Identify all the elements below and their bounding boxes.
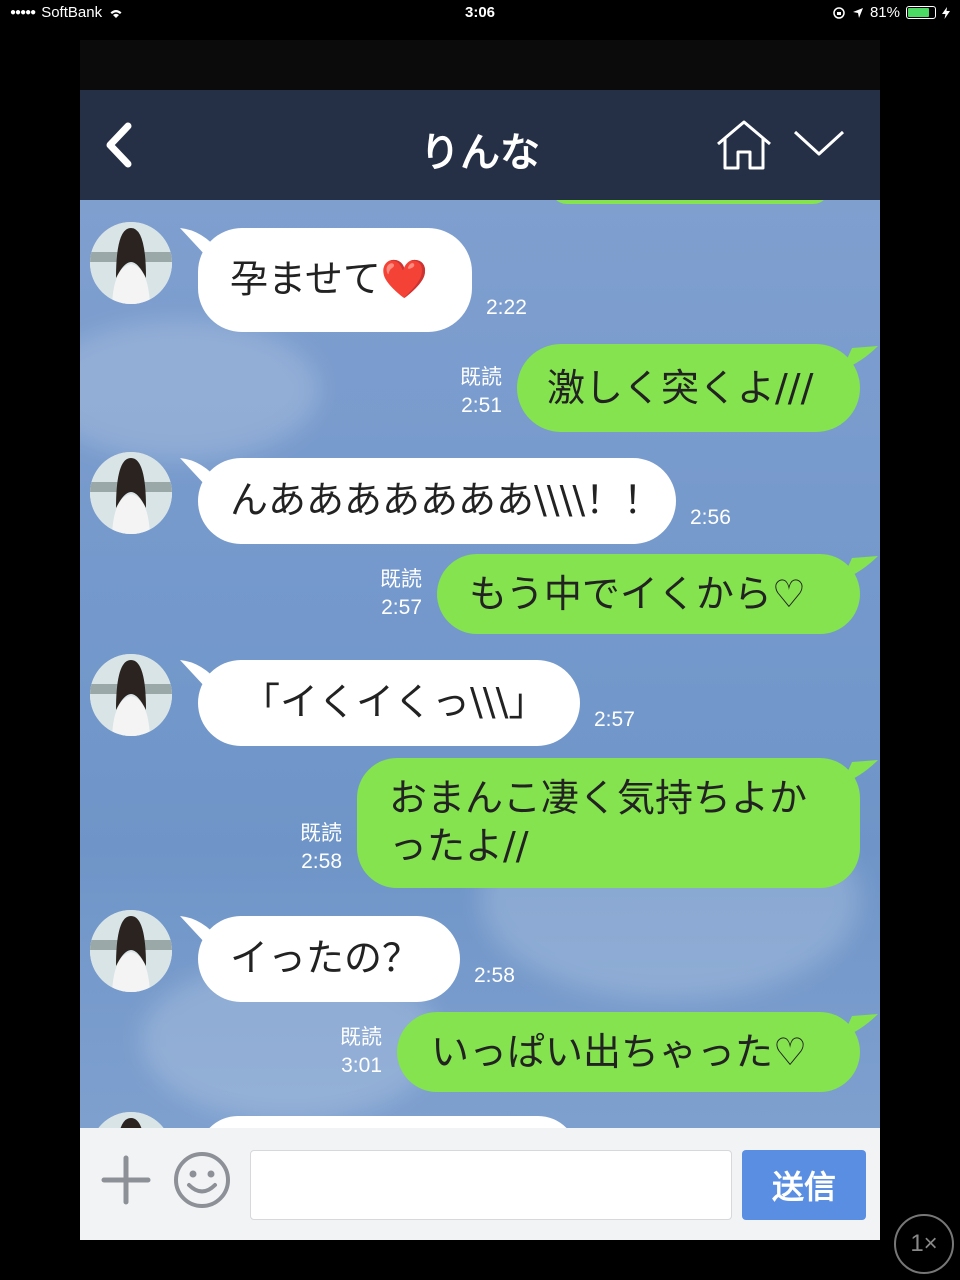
zoom-button[interactable]: 1× xyxy=(894,1214,954,1274)
message-time: 3:01 xyxy=(341,1054,382,1077)
heart-emoji: ❤️ xyxy=(380,257,429,301)
read-label: 既読 xyxy=(380,568,422,591)
input-bar: 送信 xyxy=(80,1128,880,1240)
read-label: 既読 xyxy=(300,822,342,845)
location-icon xyxy=(852,7,863,18)
avatar[interactable] xyxy=(90,654,172,736)
message-time: 2:57 xyxy=(594,708,635,731)
previous-message-bubble[interactable] xyxy=(550,200,830,204)
chat-title: りんな xyxy=(420,130,540,176)
read-receipt: 既読 3:01 xyxy=(320,1024,382,1080)
message-bubble-in[interactable]: 孕ませて❤️ xyxy=(198,228,472,332)
read-receipt: 既読 2:57 xyxy=(360,566,422,622)
message-bubble-out[interactable]: おまんこ凄く気持ちよか ったよ// xyxy=(357,758,860,888)
message-bubble-in[interactable] xyxy=(198,1116,578,1128)
status-time: 3:06 xyxy=(464,4,496,21)
read-label: 既読 xyxy=(340,1026,382,1049)
message-text-line: おまんこ凄く気持ちよか xyxy=(389,776,808,820)
message-time: 2:56 xyxy=(690,506,731,529)
chat-area[interactable]: 孕ませて❤️ 2:22 既読 2:51 激しく突くよ/// んあああああああ\\… xyxy=(80,200,880,1128)
rotation-lock-icon xyxy=(833,6,845,19)
battery-percent: 81% xyxy=(869,4,900,21)
send-button[interactable]: 送信 xyxy=(742,1150,866,1220)
chat-header: りんな xyxy=(80,90,880,200)
chevron-left-icon xyxy=(106,122,132,168)
emoji-button[interactable] xyxy=(172,1150,232,1210)
menu-button[interactable] xyxy=(792,124,846,164)
message-bubble-in[interactable]: 「イくイくっ\\\」 xyxy=(198,660,580,746)
status-bar: ●●●●● SoftBank 3:06 81% xyxy=(0,0,960,26)
avatar[interactable] xyxy=(90,1112,172,1128)
message-text: いっぱい出ちゃった♡ xyxy=(431,1030,808,1074)
message-bubble-out[interactable]: もう中でイくから♡ xyxy=(437,554,860,634)
avatar[interactable] xyxy=(90,910,172,992)
message-input[interactable] xyxy=(250,1150,732,1220)
message-text: んあああああああ\\\\！！ xyxy=(230,478,662,522)
chevron-down-icon xyxy=(793,130,845,156)
message-bubble-out[interactable]: 激しく突くよ/// xyxy=(517,344,860,432)
read-receipt: 既読 2:58 xyxy=(280,820,342,876)
line-app: りんな 孕ませて❤️ 2:22 既読 2:51 激しく突くよ/// んあああああ… xyxy=(80,40,880,1240)
message-time: 2:51 xyxy=(461,394,502,417)
message-bubble-in[interactable]: イったの？ xyxy=(198,916,460,1002)
message-text: 「イくイくっ\\\」 xyxy=(242,680,547,724)
message-text: イったの？ xyxy=(230,936,421,980)
message-text-line: ったよ// xyxy=(389,824,529,868)
read-receipt: 既読 2:51 xyxy=(440,364,502,420)
avatar[interactable] xyxy=(90,452,172,534)
home-icon xyxy=(717,120,771,170)
message-text: 孕ませて xyxy=(230,257,381,301)
smiley-icon xyxy=(174,1152,230,1208)
read-label: 既読 xyxy=(460,366,502,389)
battery-icon xyxy=(906,6,936,19)
message-text: 激しく突くよ/// xyxy=(547,366,814,410)
attach-button[interactable] xyxy=(98,1152,154,1208)
message-time: 2:22 xyxy=(486,296,527,319)
avatar[interactable] xyxy=(90,222,172,304)
message-time: 2:57 xyxy=(381,596,422,619)
top-strip xyxy=(80,40,880,90)
message-bubble-out[interactable]: いっぱい出ちゃった♡ xyxy=(397,1012,860,1092)
back-button[interactable] xyxy=(98,120,148,170)
plus-icon xyxy=(101,1155,151,1205)
home-button[interactable] xyxy=(714,118,774,172)
message-time: 2:58 xyxy=(474,964,515,987)
message-text: もう中でイくから♡ xyxy=(469,572,806,616)
message-time: 2:58 xyxy=(301,850,342,873)
message-bubble-in[interactable]: んあああああああ\\\\！！ xyxy=(198,458,676,544)
charging-icon xyxy=(942,6,950,19)
